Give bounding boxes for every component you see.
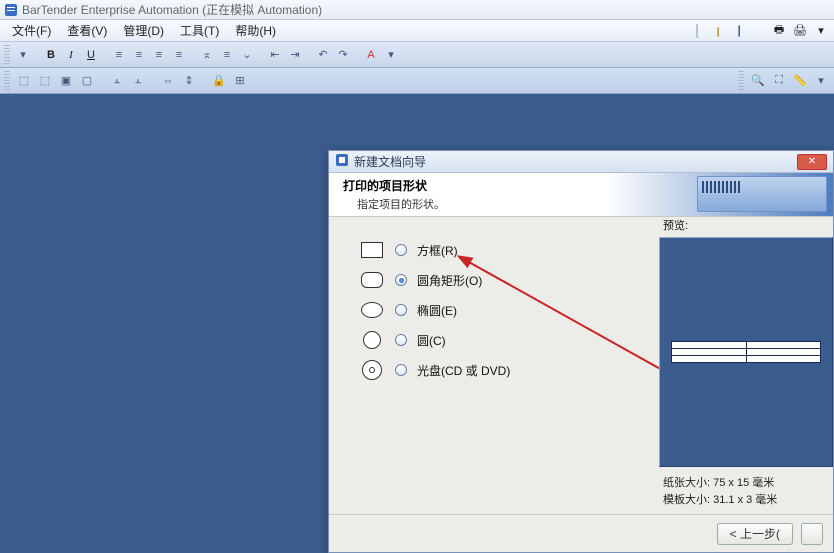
radio-rounded[interactable] (395, 274, 407, 286)
preview-meta: 纸张大小: 75 x 15 毫米 模板大小: 31.1 x 3 毫米 (659, 475, 833, 508)
label-cd: 光盘(CD 或 DVD) (417, 362, 510, 379)
back-button[interactable]: < 上一步( (717, 523, 793, 545)
banner-art-icon (697, 176, 827, 212)
indent-left-icon[interactable]: ⇤ (266, 46, 284, 64)
indent-right-icon[interactable]: ⇥ (286, 46, 304, 64)
send-back-icon[interactable]: ▢ (78, 72, 96, 90)
grid-icon[interactable]: ⊞ (231, 72, 249, 90)
template-size-text: 模板大小: 31.1 x 3 毫米 (663, 492, 833, 509)
bold-button[interactable]: B (42, 46, 60, 64)
paper-size-text: 纸张大小: 75 x 15 毫米 (663, 475, 833, 492)
new-document-wizard-dialog: 新建文档向导 ✕ 打印的项目形状 指定项目的形状。 方框(R) 圆角矩形(O) … (328, 150, 834, 553)
ellipse-shape-icon (359, 300, 385, 320)
lock-icon[interactable]: 🔒 (210, 72, 228, 90)
open-icon[interactable] (709, 22, 727, 40)
toolbar-grip[interactable] (4, 45, 10, 65)
dist-h-icon[interactable]: ⇔ (159, 72, 177, 90)
option-circle[interactable]: 圆(C) (359, 325, 559, 355)
dialog-icon (335, 153, 349, 170)
app-title: BarTender Enterprise Automation (正在模拟 Au… (22, 1, 322, 18)
option-rounded[interactable]: 圆角矩形(O) (359, 265, 559, 295)
zoom-icon[interactable]: 🔍 (749, 72, 767, 90)
radio-circle[interactable] (395, 334, 407, 346)
label-ellipse: 椭圆(E) (417, 302, 457, 319)
circle-shape-icon (359, 330, 385, 350)
menubar: 文件(F) 查看(V) 管理(D) 工具(T) 帮助(H) 🖶 🖨 ▾ (0, 20, 834, 42)
ungroup-icon[interactable]: ⬚ (36, 72, 54, 90)
menu-view[interactable]: 查看(V) (59, 19, 115, 42)
preview-panel: 预览: 纸张大小: 75 x 15 毫米 模板大小: 31.1 x 3 毫米 (653, 217, 833, 508)
shape-options: 方框(R) 圆角矩形(O) 椭圆(E) 圆(C) 光盘(CD 或 DVD (359, 235, 559, 508)
fontcolor-icon[interactable]: A (362, 46, 380, 64)
label-circle: 圆(C) (417, 332, 446, 349)
print-icon[interactable]: 🖶 (770, 22, 788, 40)
group-icon[interactable]: ⬚ (15, 72, 33, 90)
dropdown-icon[interactable]: ▾ (812, 22, 830, 40)
dialog-banner: 打印的项目形状 指定项目的形状。 (329, 173, 833, 217)
next-button-partial[interactable] (801, 523, 823, 545)
menu-tools[interactable]: 工具(T) (172, 19, 227, 42)
app-titlebar: BarTender Enterprise Automation (正在模拟 Au… (0, 0, 834, 20)
fillcolor-icon[interactable]: ▾ (382, 46, 400, 64)
option-cd[interactable]: 光盘(CD 或 DVD) (359, 355, 559, 385)
align-center-icon[interactable]: ≡ (130, 46, 148, 64)
preview-canvas (659, 237, 833, 467)
preview-label: 预览: (659, 217, 833, 233)
underline-button[interactable]: U (82, 46, 100, 64)
format-toolbar: ▾ B I U ≡ ≡ ≡ ≡ ⌅ ≡ ⌄ ⇤ ⇥ ↶ ↷ A ▾ (0, 42, 834, 68)
label-rounded: 圆角矩形(O) (417, 272, 482, 289)
fit-icon[interactable]: ⛶ (770, 72, 788, 90)
dialog-footer: < 上一步( (329, 514, 833, 552)
new-doc-icon[interactable] (688, 22, 706, 40)
radio-box[interactable] (395, 244, 407, 256)
close-icon[interactable]: ✕ (797, 154, 827, 170)
ruler-icon[interactable]: 📏 (791, 72, 809, 90)
dist-v-icon[interactable]: ⇕ (180, 72, 198, 90)
dialog-body: 方框(R) 圆角矩形(O) 椭圆(E) 圆(C) 光盘(CD 或 DVD (329, 217, 833, 514)
toolbar-grip-3[interactable] (738, 71, 744, 91)
menu-manage[interactable]: 管理(D) (115, 19, 172, 42)
rotate-left-icon[interactable]: ↶ (314, 46, 332, 64)
valign-middle-icon[interactable]: ≡ (218, 46, 236, 64)
align-right-icon[interactable]: ≡ (150, 46, 168, 64)
toolbar-grip-2[interactable] (4, 71, 10, 91)
align-left-icon[interactable]: ≡ (110, 46, 128, 64)
more-icon[interactable]: ▾ (812, 72, 830, 90)
align-h-icon[interactable]: ⫠ (108, 72, 126, 90)
object-toolbar: ⬚ ⬚ ▣ ▢ ⫠ ⫠ ⇔ ⇕ 🔒 ⊞ 🔍 ⛶ 📏 ▾ (0, 68, 834, 94)
rounded-shape-icon (359, 270, 385, 290)
cd-shape-icon (359, 360, 385, 380)
option-ellipse[interactable]: 椭圆(E) (359, 295, 559, 325)
printer2-icon[interactable]: 🖨 (791, 22, 809, 40)
valign-top-icon[interactable]: ⌅ (198, 46, 216, 64)
app-icon (4, 3, 18, 17)
valign-bottom-icon[interactable]: ⌄ (238, 46, 256, 64)
save-icon[interactable] (730, 22, 748, 40)
bring-front-icon[interactable]: ▣ (57, 72, 75, 90)
menu-help[interactable]: 帮助(H) (227, 19, 284, 42)
italic-button[interactable]: I (62, 46, 80, 64)
radio-ellipse[interactable] (395, 304, 407, 316)
radio-cd[interactable] (395, 364, 407, 376)
label-box: 方框(R) (417, 242, 458, 259)
option-box[interactable]: 方框(R) (359, 235, 559, 265)
dialog-titlebar[interactable]: 新建文档向导 ✕ (329, 151, 833, 173)
box-shape-icon (359, 240, 385, 260)
font-dropdown-icon[interactable]: ▾ (14, 46, 32, 64)
menu-file[interactable]: 文件(F) (4, 19, 59, 42)
dialog-title: 新建文档向导 (354, 153, 426, 170)
preview-label-shape (671, 341, 821, 363)
rotate-right-icon[interactable]: ↷ (334, 46, 352, 64)
align-v-icon[interactable]: ⫠ (129, 72, 147, 90)
justify-icon[interactable]: ≡ (170, 46, 188, 64)
